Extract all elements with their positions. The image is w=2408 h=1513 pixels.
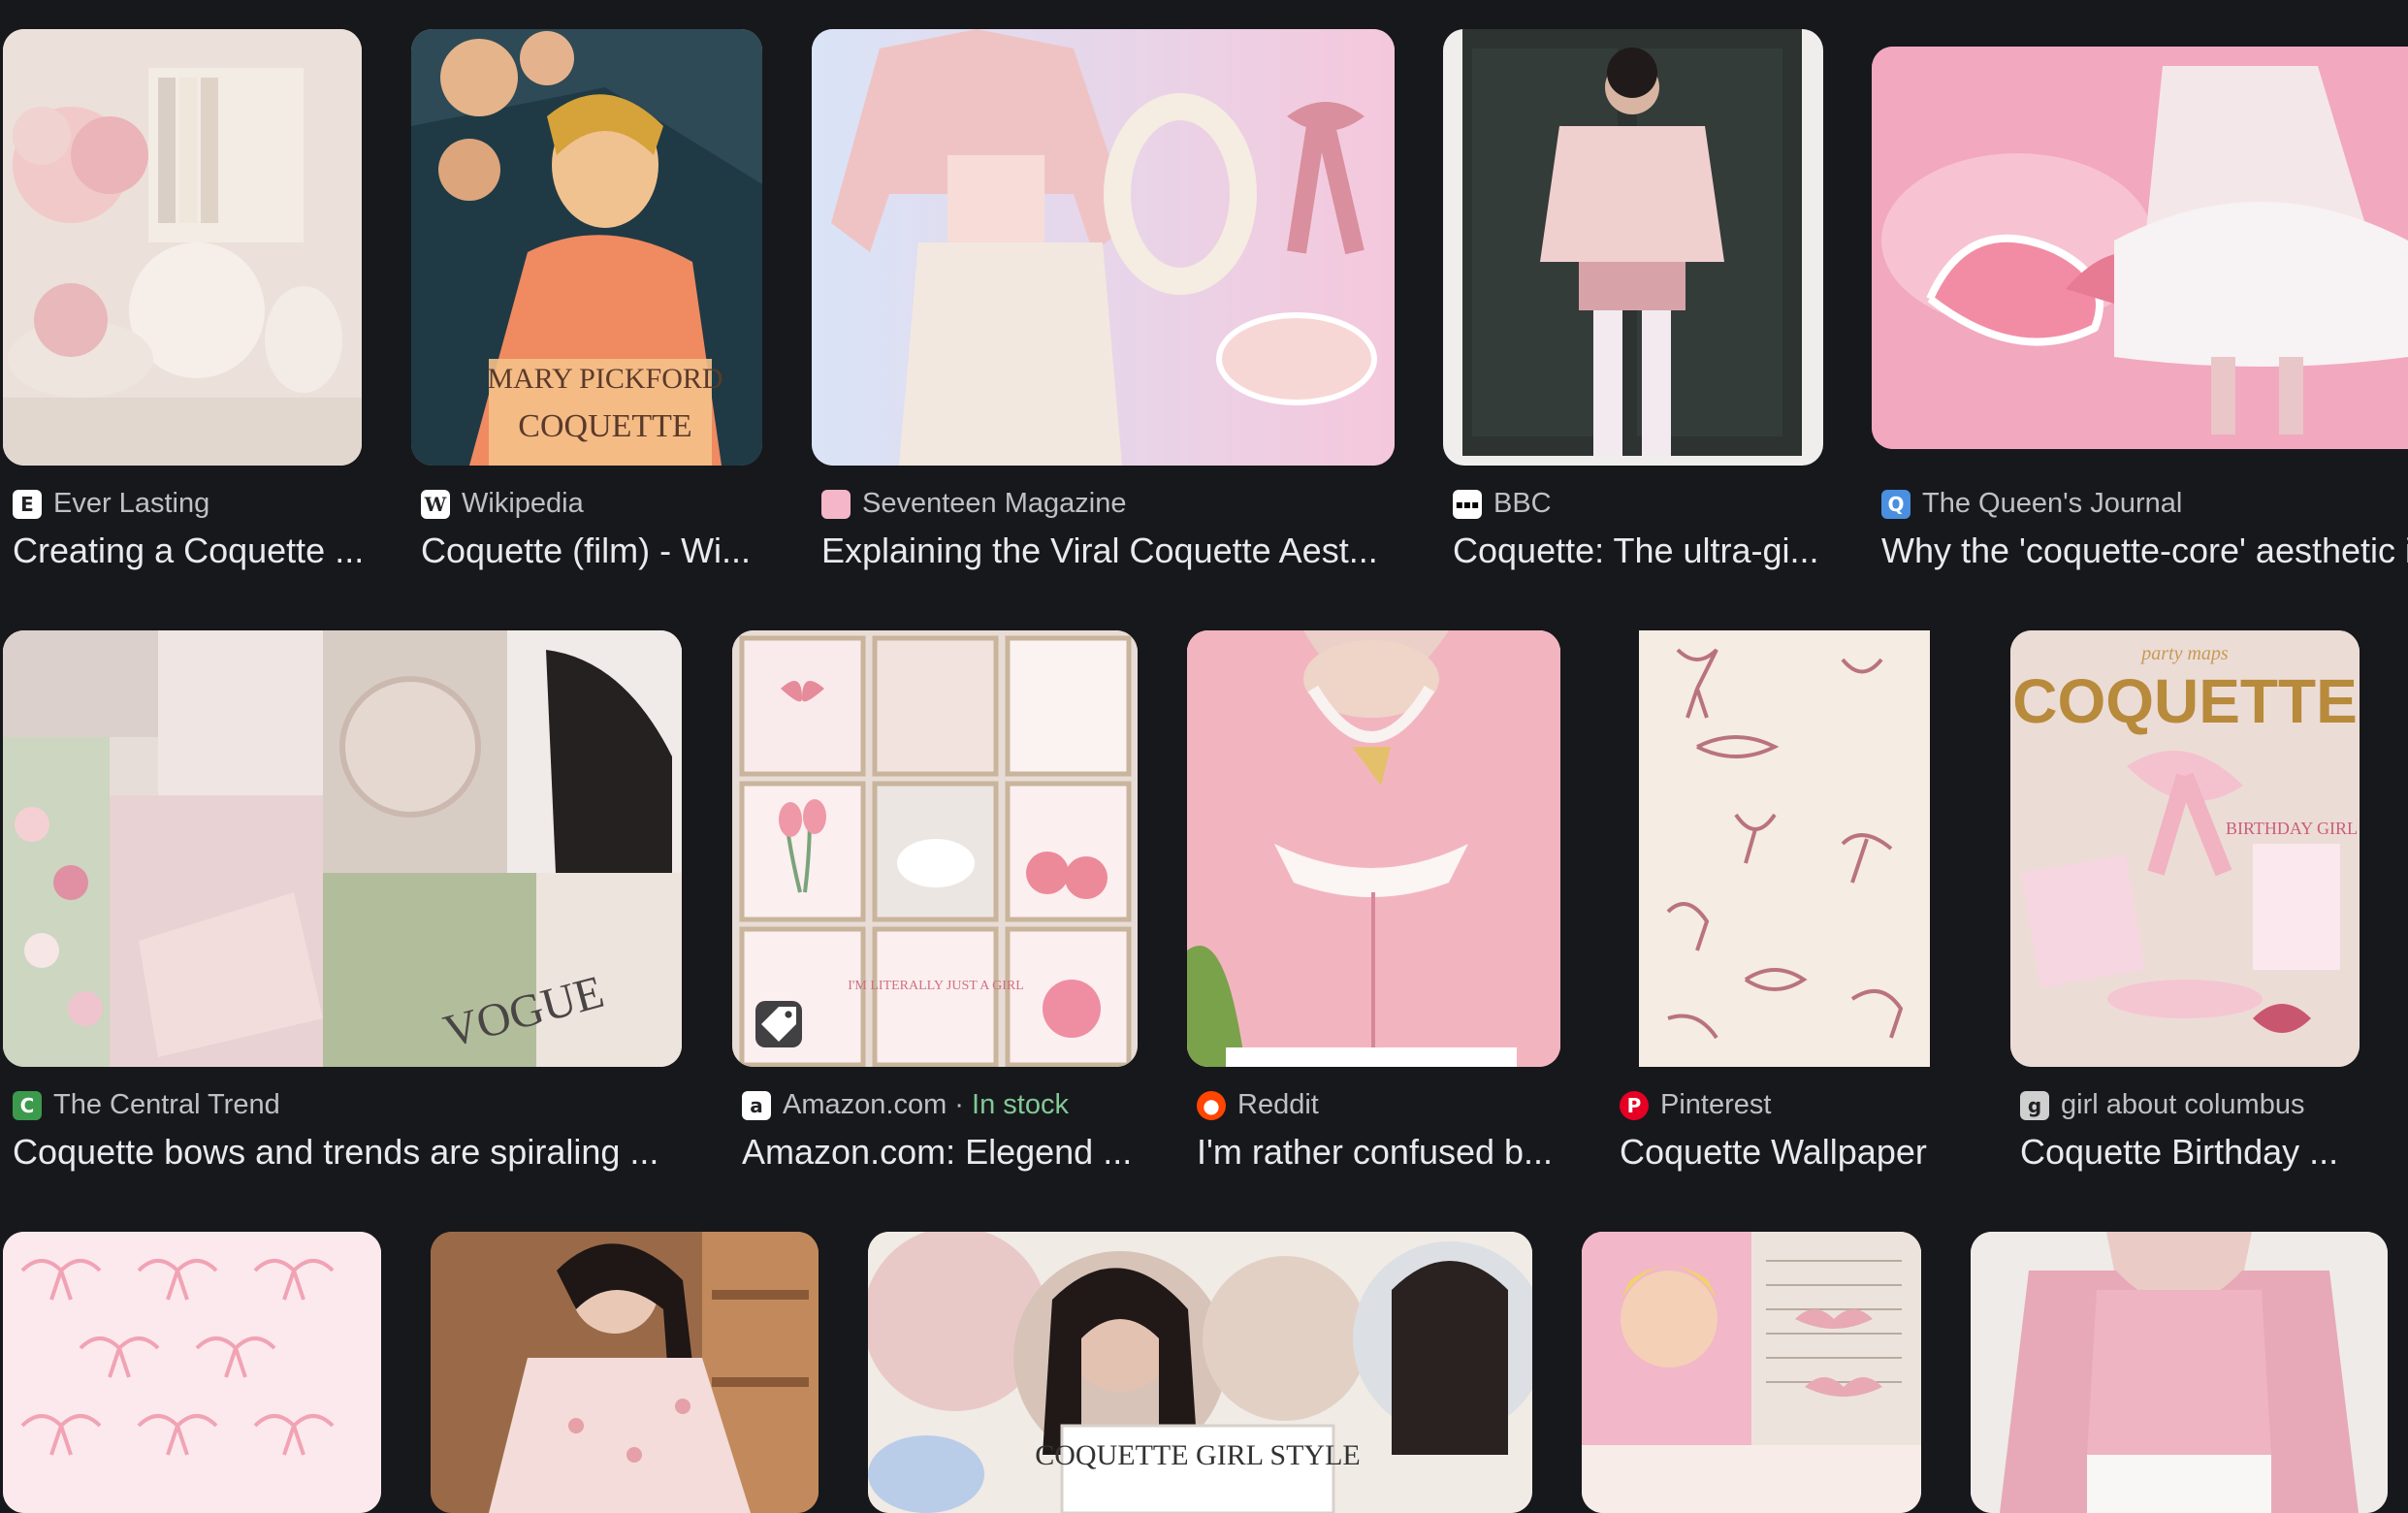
favicon-icon: W [421,489,450,519]
outfit-collage-image [812,29,1395,466]
source-label: Wikipedia [462,488,584,519]
result-image-1[interactable] [3,29,362,466]
result-title[interactable]: Amazon.com: Elegend ... [742,1132,1147,1173]
source-label: Pinterest [1660,1089,1772,1120]
favicon-icon: E [13,489,42,519]
poster-title: COQUETTE [518,408,691,444]
result-source[interactable]: E Ever Lasting [13,488,209,520]
favicon-icon: g [2020,1090,2049,1120]
source-label: The Queen's Journal [1922,488,2183,519]
result-source[interactable]: g girl about columbus [2020,1089,2304,1121]
birthday-collage-image: party maps COQUETTE BIRTHDAY GIRL [2010,630,2360,1067]
result-image-4[interactable] [1443,29,1823,466]
favicon-icon [821,489,851,519]
source-label: girl about columbus [2061,1089,2305,1120]
style-banner-text: COQUETTE GIRL STYLE [1035,1439,1361,1471]
tea-set-image [3,29,362,466]
movie-poster-image: MARY PICKFORD COQUETTE [411,29,762,466]
source-label: The Central Trend [53,1089,280,1120]
result-image-10[interactable]: party maps COQUETTE BIRTHDAY GIRL [2010,630,2360,1067]
coquette-style-collage: COQUETTE GIRL STYLE [868,1232,1532,1513]
pink-top-image [1187,630,1560,1067]
favicon-icon: ▪▪▪ [1453,489,1482,519]
result-title[interactable]: Creating a Coquette ... [13,531,362,571]
result-title[interactable]: Explaining the Viral Coquette Aest... [821,531,1403,571]
reddit-favicon-icon: ● [1197,1090,1226,1120]
poster-name: MARY PICKFORD [487,363,722,395]
birthday-title-text: COQUETTE [2012,666,2358,736]
result-image-6[interactable]: VOGUE [3,630,682,1067]
result-image-9[interactable] [1610,630,1959,1067]
queens-journal-image [1872,47,2408,449]
result-source[interactable]: Q The Queen's Journal [1881,488,2182,520]
result-title[interactable]: Coquette (film) - Wi... [421,531,770,571]
favicon-icon: Q [1881,489,1910,519]
birthday-header-text: party maps [2139,643,2229,664]
bow-pattern-image [3,1232,381,1513]
source-label: BBC [1493,488,1552,519]
source-label: Reddit [1237,1089,1319,1120]
bbc-model-image [1443,29,1823,466]
result-title[interactable]: Coquette Birthday ... [2020,1132,2398,1173]
source-label: Ever Lasting [53,488,210,519]
result-source[interactable]: P Pinterest [1620,1089,1771,1121]
result-image-12[interactable] [431,1232,819,1513]
result-title[interactable]: Coquette: The ultra-gi... [1453,531,1831,571]
pink-blouse-image [1971,1232,2388,1513]
print-text: I'M LITERALLY JUST A GIRL [848,979,1024,993]
birthday-sub-text: BIRTHDAY GIRL [2226,819,2358,838]
result-image-13[interactable]: COQUETTE GIRL STYLE [868,1232,1532,1513]
result-image-3[interactable] [812,29,1395,466]
pinterest-favicon-icon: P [1620,1090,1649,1120]
stock-status: In stock [972,1089,1069,1120]
princess-collage-image [1582,1232,1921,1513]
bow-wallpaper-image [1610,630,1959,1067]
mood-collage-image: VOGUE [3,630,682,1067]
shopping-tag-icon [755,1001,802,1047]
result-image-2[interactable]: MARY PICKFORD COQUETTE [411,29,762,466]
result-source[interactable]: W Wikipedia [421,488,584,520]
result-image-8[interactable] [1187,630,1560,1067]
result-title[interactable]: Coquette bows and trends are spiraling .… [13,1132,691,1173]
result-image-15[interactable] [1971,1232,2388,1513]
result-image-5[interactable] [1872,47,2408,449]
result-image-14[interactable] [1582,1232,1921,1513]
result-title[interactable]: Coquette Wallpaper [1620,1132,1969,1173]
favicon-icon: C [13,1090,42,1120]
result-source[interactable]: Seventeen Magazine [821,488,1126,520]
result-source[interactable]: a Amazon.com · In stock [742,1089,1069,1121]
result-image-11[interactable] [3,1232,381,1513]
result-source[interactable]: C The Central Trend [13,1089,280,1121]
source-label: Seventeen Magazine [862,488,1127,519]
amazon-favicon-icon: a [742,1090,771,1120]
result-source[interactable]: ▪▪▪ BBC [1453,488,1552,520]
result-image-7[interactable]: I'M LITERALLY JUST A GIRL [732,630,1138,1067]
result-title[interactable]: Why the 'coquette-core' aesthetic i [1881,531,2408,571]
source-label: Amazon.com · In stock [783,1089,1069,1120]
floral-dress-image [431,1232,819,1513]
result-title[interactable]: I'm rather confused b... [1197,1132,1570,1173]
result-source[interactable]: ● Reddit [1197,1089,1319,1121]
